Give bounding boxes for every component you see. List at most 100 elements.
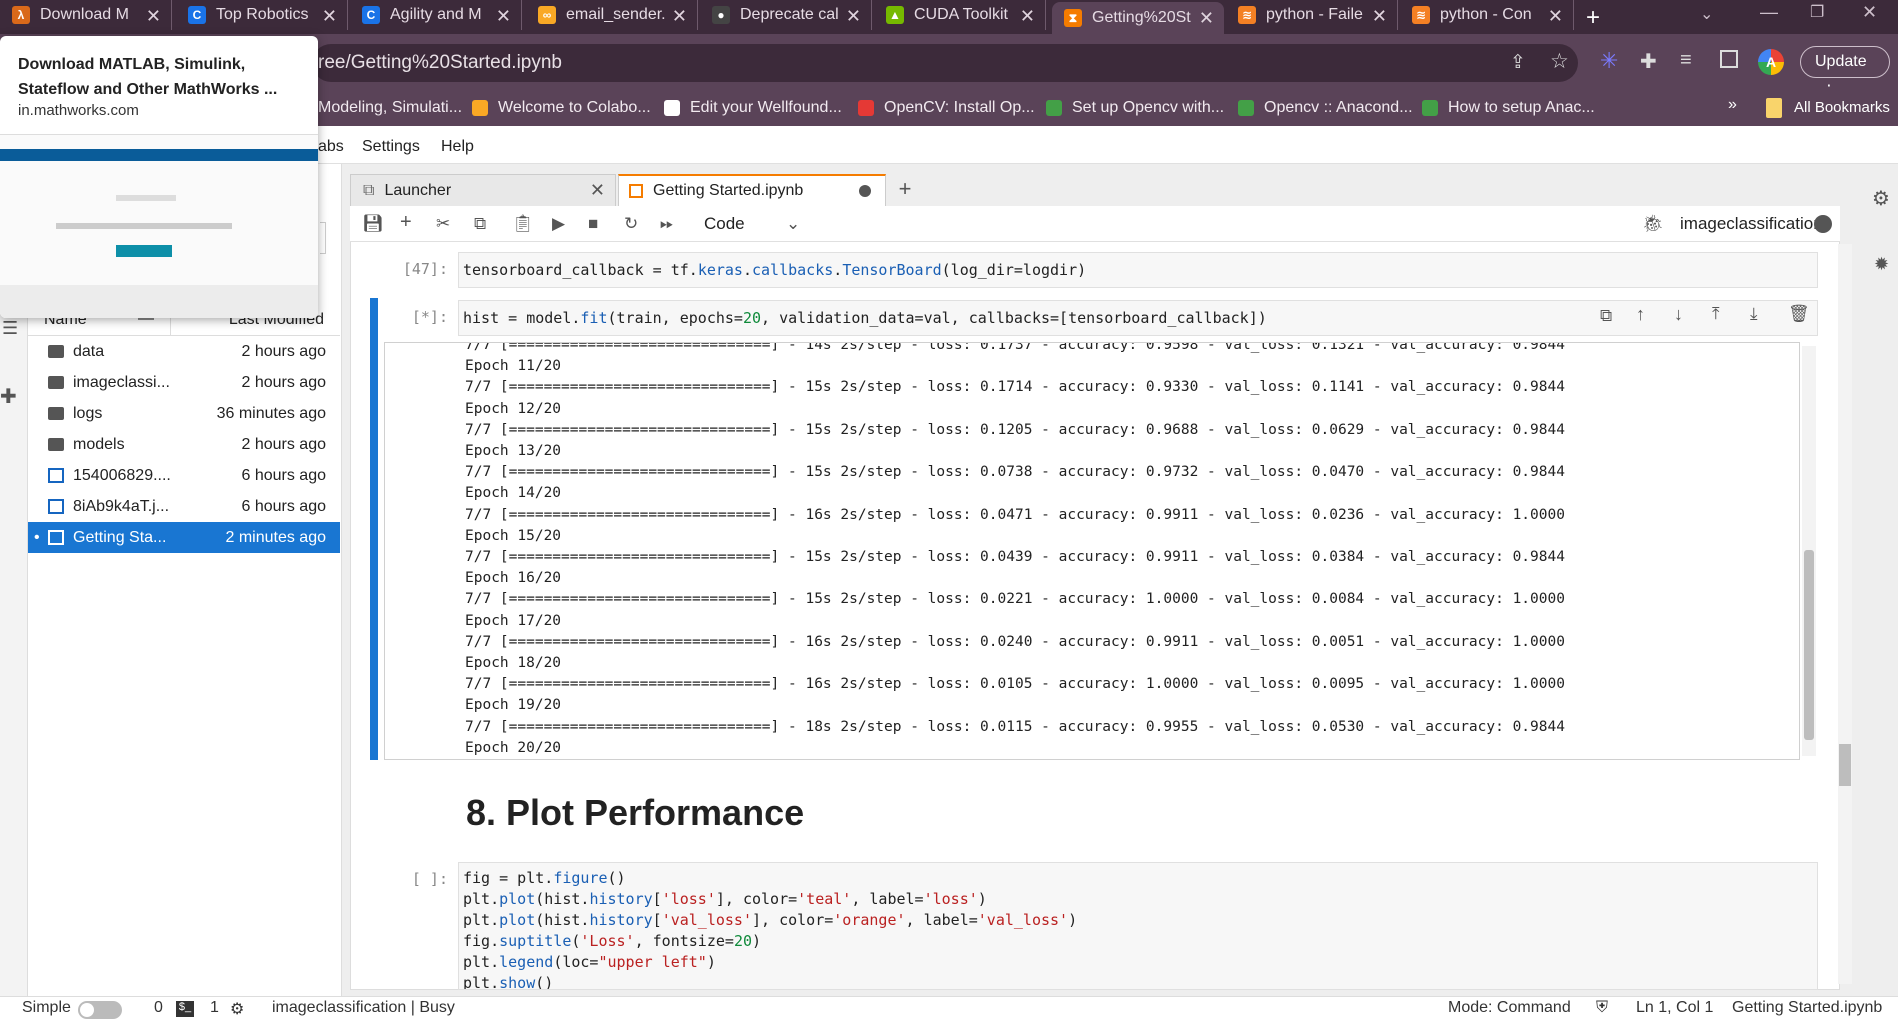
tab-favicon: ● <box>712 6 730 24</box>
bookmarks-overflow[interactable]: » <box>1728 96 1737 114</box>
restart-icon[interactable]: ↻ <box>624 214 638 234</box>
bookmark-item[interactable]: Modeling, Simulati... <box>318 90 462 126</box>
insert-cell-icon[interactable]: + <box>400 211 412 234</box>
terminal-icon[interactable]: $_ <box>176 1001 194 1017</box>
notebook-scrollbar[interactable] <box>1838 244 1852 984</box>
reading-list-icon[interactable]: ≡ <box>1680 49 1692 72</box>
extensions-puzzle-icon[interactable]: ✚ <box>1640 49 1657 74</box>
minimize-icon[interactable]: — <box>1760 2 1778 23</box>
cursor-position[interactable]: Ln 1, Col 1 <box>1636 999 1713 1017</box>
menu-settings[interactable]: Settings <box>362 138 420 156</box>
file-modified: 2 hours ago <box>241 435 326 453</box>
stop-icon[interactable]: ■ <box>588 214 598 234</box>
browser-tab[interactable]: ∞ email_sender. ✕ <box>526 0 698 30</box>
file-row[interactable]: logs 36 minutes ago <box>28 398 340 429</box>
simple-mode-toggle[interactable] <box>78 1001 122 1019</box>
kernel-status[interactable]: imageclassification | Busy <box>272 999 455 1017</box>
side-panel-icon[interactable] <box>1720 50 1738 68</box>
bookmark-item[interactable]: Edit your Wellfound... <box>664 90 842 126</box>
output-line: 7/7 [==============================] - 1… <box>465 549 1565 565</box>
address-bar[interactable]: ree/Getting%20Started.ipynb <box>312 44 1578 82</box>
thumbnail-field <box>116 195 176 201</box>
move-down-icon[interactable]: ↓ <box>1674 304 1683 325</box>
browser-tab[interactable]: ≋ python - Faile ✕ <box>1226 0 1398 30</box>
extension-icon[interactable]: ✳ <box>1600 48 1618 74</box>
cell-type-select[interactable]: Code <box>704 214 745 234</box>
copy-icon[interactable]: ⧉ <box>474 214 486 234</box>
cell-output[interactable]: 7/7 [==============================] - 1… <box>384 342 1800 760</box>
file-row[interactable]: 8iAb9k4aT.j... 6 hours ago <box>28 491 340 522</box>
kernel-name[interactable]: imageclassification <box>1680 214 1823 234</box>
bookmark-item[interactable]: How to setup Anac... <box>1422 90 1595 126</box>
output-scrollbar[interactable] <box>1802 346 1816 756</box>
all-bookmarks-link[interactable]: All Bookmarks <box>1794 99 1890 116</box>
browser-tab[interactable]: ⧗ Getting%20St ✕ <box>1052 2 1224 34</box>
unsaved-dot-icon[interactable] <box>859 185 871 197</box>
close-tab-icon[interactable]: ✕ <box>322 6 337 27</box>
menu-tabs[interactable]: abs <box>318 138 344 156</box>
close-tab-icon[interactable]: ✕ <box>846 6 861 27</box>
close-window-icon[interactable]: ✕ <box>1862 2 1877 23</box>
insert-below-icon[interactable]: ⤓ <box>1750 304 1758 324</box>
output-scrollbar-thumb[interactable] <box>1804 550 1814 740</box>
close-tab-icon[interactable]: ✕ <box>1372 6 1387 27</box>
share-icon[interactable]: ⇪ <box>1510 51 1526 74</box>
tab-launcher[interactable]: ⧉ Launcher ✕ <box>350 174 616 206</box>
bookmark-item[interactable]: Welcome to Colabo... <box>472 90 651 126</box>
close-tab-icon[interactable]: ✕ <box>1020 6 1035 27</box>
trust-icon[interactable]: ⛨ <box>1596 999 1608 1017</box>
menu-help[interactable]: Help <box>441 138 474 156</box>
code-cell-input[interactable]: fig = plt.figure() plt.plot(hist.history… <box>458 862 1818 990</box>
close-tab-icon[interactable]: ✕ <box>672 6 687 27</box>
output-line: Epoch 17/20 <box>465 612 562 629</box>
cut-icon[interactable]: ✂ <box>436 214 450 234</box>
paste-icon[interactable]: 📋︎ <box>512 214 534 234</box>
move-up-icon[interactable]: ↑ <box>1636 304 1645 325</box>
tab-search-icon[interactable]: ⌄ <box>1700 4 1713 24</box>
insert-above-icon[interactable]: ⤒ <box>1712 304 1720 324</box>
browser-tab[interactable]: λ Download M ✕ <box>0 0 172 30</box>
property-inspector-icon[interactable]: ⚙ <box>1872 186 1890 211</box>
browser-tab[interactable]: C Agility and M ✕ <box>350 0 522 30</box>
bookmark-item[interactable]: OpenCV: Install Op... <box>858 90 1035 126</box>
bookmark-item[interactable]: Set up Opencv with... <box>1046 90 1224 126</box>
chevron-down-icon[interactable]: ⌄ <box>786 214 800 234</box>
new-tab-button[interactable]: + <box>1586 4 1600 32</box>
new-launcher-button[interactable]: + <box>890 176 920 206</box>
file-row[interactable]: • Getting Sta... 2 minutes ago <box>28 522 340 553</box>
extension-manager-icon[interactable]: ✚ <box>0 384 17 409</box>
tab-getting-started[interactable]: Getting Started.ipynb <box>618 174 886 206</box>
output-line: 7/7 [==============================] - 1… <box>465 718 1565 735</box>
delete-cell-icon[interactable]: 🗑︎ <box>1788 304 1810 324</box>
browser-tab[interactable]: ≋ python - Con ✕ <box>1400 0 1574 30</box>
close-tab-icon[interactable]: ✕ <box>496 6 511 27</box>
file-row[interactable]: data 2 hours ago <box>28 336 340 367</box>
run-all-icon[interactable]: ⏩︎ <box>660 214 674 234</box>
notebook-scrollbar-thumb[interactable] <box>1839 744 1851 786</box>
duplicate-cell-icon[interactable]: ⧉ <box>1600 306 1612 326</box>
browser-tab[interactable]: C Top Robotics ✕ <box>176 0 348 30</box>
section-heading: 8. Plot Performance <box>466 792 805 833</box>
file-row[interactable]: models 2 hours ago <box>28 429 340 460</box>
kernel-icon[interactable]: ⚙ <box>230 999 244 1019</box>
code-cell-input[interactable]: tensorboard_callback = tf.keras.callback… <box>458 252 1818 288</box>
browser-tab[interactable]: ● Deprecate cal ✕ <box>700 0 872 30</box>
update-button[interactable]: Update ⋮ <box>1800 46 1890 100</box>
bookmark-star-icon[interactable]: ☆ <box>1550 49 1569 74</box>
close-tab-icon[interactable]: ✕ <box>1548 6 1563 27</box>
save-icon[interactable]: 💾︎ <box>362 214 384 234</box>
run-icon[interactable]: ▶ <box>552 214 565 234</box>
code-cell-input[interactable]: hist = model.fit(train, epochs=20, valid… <box>458 300 1818 336</box>
maximize-icon[interactable]: ❐ <box>1810 2 1824 22</box>
profile-avatar[interactable]: A <box>1758 49 1784 75</box>
bug-icon[interactable]: 🐞︎ <box>1642 214 1664 234</box>
close-tab-icon[interactable]: ✕ <box>590 180 605 201</box>
close-tab-icon[interactable]: ✕ <box>1199 8 1214 29</box>
close-tab-icon[interactable]: ✕ <box>146 6 161 27</box>
browser-tab[interactable]: ▲ CUDA Toolkit ✕ <box>874 0 1046 30</box>
file-row[interactable]: imageclassi... 2 hours ago <box>28 367 340 398</box>
debugger-icon[interactable]: ✹ <box>1874 254 1889 275</box>
table-of-contents-icon[interactable]: ☰ <box>2 318 18 339</box>
bookmark-item[interactable]: Opencv :: Anacond... <box>1238 90 1413 126</box>
file-row[interactable]: 154006829.... 6 hours ago <box>28 460 340 491</box>
